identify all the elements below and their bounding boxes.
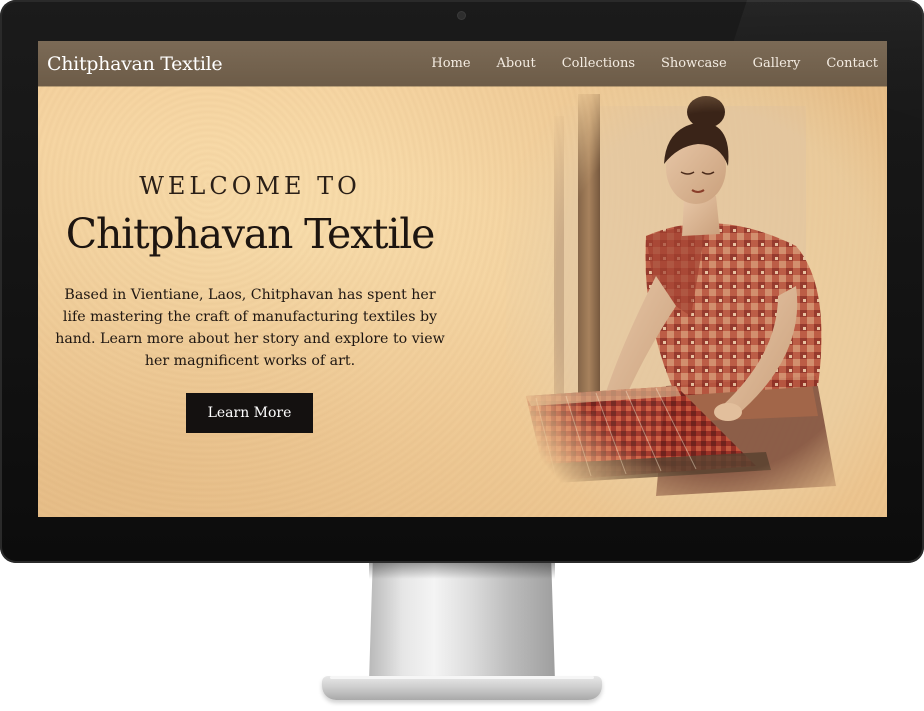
- webcam-icon: [458, 12, 465, 19]
- woman-weaving-icon: [506, 86, 887, 517]
- nav-link-about[interactable]: About: [497, 56, 536, 71]
- learn-more-button[interactable]: Learn More: [186, 393, 313, 433]
- nav-link-gallery[interactable]: Gallery: [753, 56, 801, 71]
- website-screen: Chitphavan Textile Home About Collection…: [38, 41, 887, 517]
- monitor-stand-shadow: [369, 563, 555, 579]
- computer-monitor-mockup: Chitphavan Textile Home About Collection…: [0, 0, 924, 711]
- top-navbar: Chitphavan Textile Home About Collection…: [38, 41, 887, 86]
- hero-section: WELCOME TO Chitphavan Textile Based in V…: [38, 86, 462, 517]
- monitor-stand-base: [322, 676, 602, 700]
- weaver-painting-illustration: [506, 86, 887, 517]
- monitor-stand-base-edge: [330, 676, 594, 679]
- nav-link-home[interactable]: Home: [431, 56, 470, 71]
- monitor-stand-neck: [369, 563, 555, 681]
- nav-link-contact[interactable]: Contact: [826, 56, 878, 71]
- monitor-bezel: Chitphavan Textile Home About Collection…: [0, 0, 924, 563]
- nav-link-collections[interactable]: Collections: [562, 56, 635, 71]
- nav-links: Home About Collections Showcase Gallery …: [405, 56, 878, 71]
- hero-description: Based in Vientiane, Laos, Chitphavan has…: [55, 287, 445, 369]
- nav-link-showcase[interactable]: Showcase: [661, 56, 727, 71]
- brand-logo-text[interactable]: Chitphavan Textile: [47, 53, 223, 75]
- hero-title: Chitphavan Textile: [65, 210, 436, 258]
- hero-welcome-heading: WELCOME TO: [139, 172, 361, 200]
